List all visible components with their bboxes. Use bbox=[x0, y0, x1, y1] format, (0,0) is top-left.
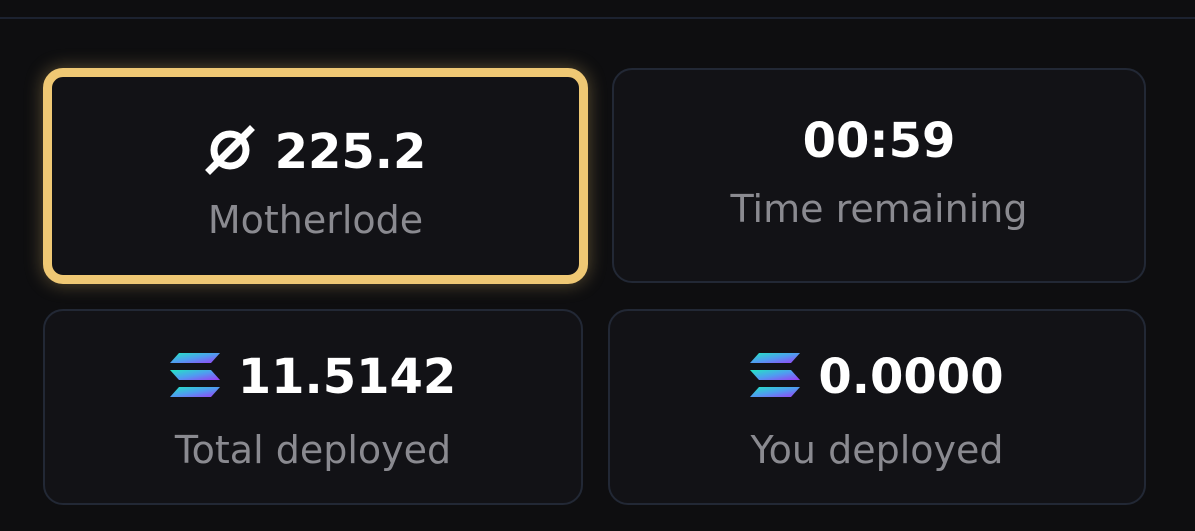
you-deployed-value-row: 0.0000 bbox=[610, 353, 1144, 401]
time-remaining-value-row: 00:59 bbox=[614, 117, 1144, 165]
solana-icon bbox=[750, 353, 801, 401]
time-remaining-value: 00:59 bbox=[802, 113, 956, 169]
motherlode-card: 225.2 Motherlode bbox=[43, 68, 588, 284]
you-deployed-card: 0.0000 You deployed bbox=[608, 309, 1146, 505]
total-deployed-value-row: 11.5142 bbox=[45, 353, 581, 401]
time-remaining-label: Time remaining bbox=[730, 187, 1028, 231]
time-remaining-card: 00:59 Time remaining bbox=[612, 68, 1146, 283]
top-divider bbox=[0, 17, 1195, 19]
solana-icon bbox=[169, 353, 220, 401]
total-deployed-card: 11.5142 Total deployed bbox=[43, 309, 583, 505]
motherlode-label: Motherlode bbox=[207, 198, 424, 242]
you-deployed-value: 0.0000 bbox=[818, 349, 1004, 405]
you-deployed-label: You deployed bbox=[750, 428, 1004, 472]
motherlode-icon bbox=[204, 124, 255, 180]
motherlode-value-row: 225.2 bbox=[52, 124, 579, 180]
motherlode-value: 225.2 bbox=[274, 124, 427, 180]
total-deployed-value: 11.5142 bbox=[237, 349, 457, 405]
total-deployed-label: Total deployed bbox=[174, 428, 452, 472]
